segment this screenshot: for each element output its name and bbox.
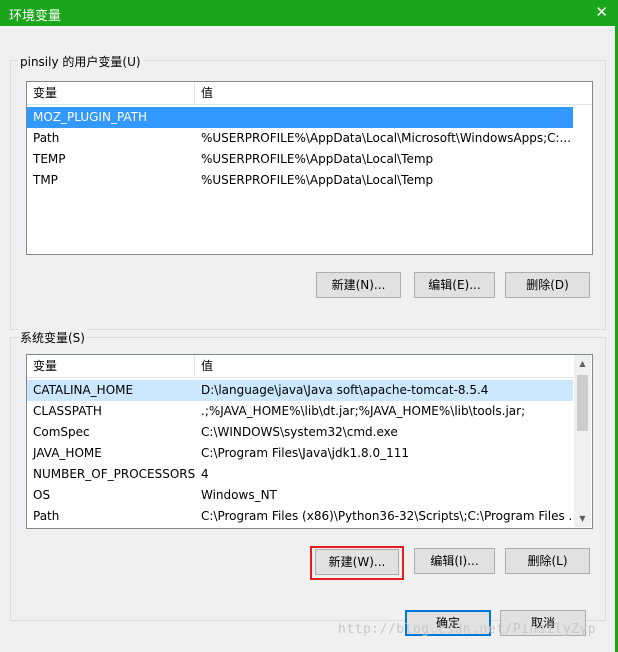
column-header-value[interactable]: 值: [195, 82, 581, 104]
var-name: TEMP: [33, 152, 66, 166]
var-value: D:\language\java\Java soft\apache-tomcat…: [201, 383, 489, 397]
column-header-name[interactable]: 变量: [27, 355, 195, 377]
var-value: [195, 107, 573, 128]
dialog-content: pinsily 的用户变量(U) 变量 值 MOZ_PLUGIN_PATH Pa…: [0, 26, 615, 652]
user-edit-button[interactable]: 编辑(E)...: [414, 272, 495, 298]
system-vars-list[interactable]: 变量 值 CATALINA_HOME D:\language\java\Java…: [26, 354, 593, 529]
title-bar: 环境变量 ✕: [0, 0, 618, 26]
vertical-scrollbar[interactable]: ▲ ▼: [574, 355, 591, 527]
user-new-button[interactable]: 新建(N)...: [316, 272, 401, 298]
table-row[interactable]: CLASSPATH .;%JAVA_HOME%\lib\dt.jar;%JAVA…: [27, 401, 573, 422]
var-value: .;%JAVA_HOME%\lib\dt.jar;%JAVA_HOME%\lib…: [201, 404, 526, 418]
var-value: %USERPROFILE%\AppData\Local\Microsoft\Wi…: [201, 131, 572, 145]
system-edit-button[interactable]: 编辑(I)...: [414, 548, 495, 574]
var-name: CLASSPATH: [33, 404, 102, 418]
column-header-name[interactable]: 变量: [27, 82, 195, 104]
user-delete-button[interactable]: 删除(D): [505, 272, 590, 298]
var-name: Path: [33, 509, 60, 523]
var-value: 4: [201, 467, 209, 481]
user-vars-label: pinsily 的用户变量(U): [18, 53, 143, 70]
table-row[interactable]: CATALINA_HOME D:\language\java\Java soft…: [27, 380, 573, 401]
scroll-thumb[interactable]: [577, 375, 588, 431]
var-name: Path: [33, 131, 60, 145]
system-new-button[interactable]: 新建(W)...: [315, 549, 399, 575]
table-row[interactable]: MOZ_PLUGIN_PATH: [27, 107, 573, 128]
var-value: C:\WINDOWS\system32\cmd.exe: [201, 425, 398, 439]
scroll-down-icon[interactable]: ▼: [574, 510, 591, 527]
var-name: CATALINA_HOME: [33, 383, 134, 397]
table-row[interactable]: Path C:\Program Files (x86)\Python36-32\…: [27, 506, 573, 527]
var-value: C:\Program Files\Java\jdk1.8.0_111: [201, 446, 410, 460]
var-name: MOZ_PLUGIN_PATH: [33, 110, 148, 124]
table-row[interactable]: OS Windows_NT: [27, 485, 573, 506]
var-value: Windows_NT: [201, 488, 277, 502]
table-row[interactable]: TEMP %USERPROFILE%\AppData\Local\Temp: [27, 149, 573, 170]
close-icon[interactable]: ✕: [595, 3, 608, 21]
table-row[interactable]: JAVA_HOME C:\Program Files\Java\jdk1.8.0…: [27, 443, 573, 464]
table-row[interactable]: ComSpec C:\WINDOWS\system32\cmd.exe: [27, 422, 573, 443]
user-vars-header: 变量 值: [27, 82, 592, 105]
table-row[interactable]: TMP %USERPROFILE%\AppData\Local\Temp: [27, 170, 573, 191]
var-name: JAVA_HOME: [33, 446, 102, 460]
system-vars-header: 变量 值: [27, 355, 592, 378]
var-name: OS: [33, 488, 51, 502]
window-title: 环境变量: [9, 9, 62, 24]
var-value: C:\Program Files (x86)\Python36-32\Scrip…: [201, 509, 573, 523]
var-name: ComSpec: [33, 425, 90, 439]
table-row[interactable]: NUMBER_OF_PROCESSORS 4: [27, 464, 573, 485]
var-value: %USERPROFILE%\AppData\Local\Temp: [201, 152, 434, 166]
var-name: TMP: [33, 173, 58, 187]
user-vars-list[interactable]: 变量 值 MOZ_PLUGIN_PATH Path %USERPROFILE%\…: [26, 81, 593, 255]
column-header-value[interactable]: 值: [195, 355, 571, 377]
var-value: %USERPROFILE%\AppData\Local\Temp: [201, 173, 434, 187]
table-row[interactable]: Path %USERPROFILE%\AppData\Local\Microso…: [27, 128, 573, 149]
scroll-up-icon[interactable]: ▲: [574, 355, 591, 372]
var-name: NUMBER_OF_PROCESSORS: [33, 467, 195, 481]
watermark-text: http://blog.csdn.net/PinsilyZyp: [338, 622, 597, 637]
system-vars-label: 系统变量(S): [18, 329, 87, 346]
system-delete-button[interactable]: 删除(L): [505, 548, 590, 574]
